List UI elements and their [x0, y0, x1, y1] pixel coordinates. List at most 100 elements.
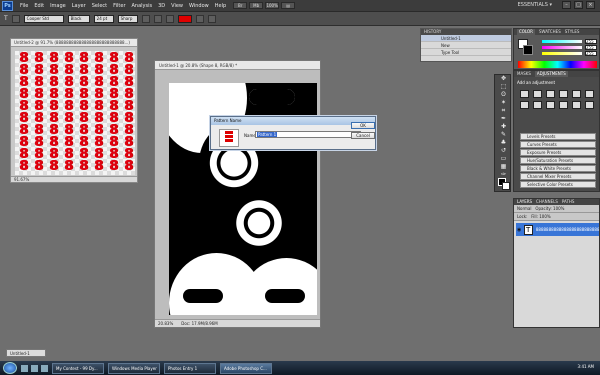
color-spectrum[interactable] [518, 61, 597, 68]
font-family-select[interactable]: Cooper Std [23, 14, 64, 23]
minimize-button[interactable]: – [562, 1, 571, 9]
preset-item[interactable]: Exposure Presets [520, 149, 596, 156]
opacity-field[interactable]: Opacity: 100% [535, 206, 564, 211]
background-color-swatch[interactable] [502, 182, 510, 190]
lasso-tool-icon[interactable]: ʘ [499, 92, 508, 98]
arrange-documents-button[interactable]: ▤ [281, 2, 296, 9]
text-color-swatch[interactable] [177, 14, 192, 23]
tab-swatches[interactable]: SWATCHES [539, 29, 561, 35]
browser-icon[interactable] [31, 364, 38, 372]
antialias-select[interactable]: Sharp [117, 14, 138, 23]
invert-icon[interactable] [572, 101, 581, 109]
red-value[interactable]: 255 [585, 39, 597, 44]
layer-row[interactable]: ◉ T 888888888888888888888888888 [516, 223, 599, 236]
preset-item[interactable]: Black & White Presets [520, 165, 596, 172]
align-center-icon[interactable] [153, 14, 162, 23]
green-value[interactable]: 255 [585, 45, 597, 50]
menu-3d[interactable]: 3D [155, 3, 168, 9]
menu-view[interactable]: View [168, 3, 186, 9]
taskbar-item[interactable]: My Contest - 99 Dy... [52, 362, 104, 374]
bw-icon[interactable] [533, 101, 542, 109]
tab-adjustments[interactable]: ADJUSTMENTS [534, 71, 568, 77]
preset-item[interactable]: Selective Color Presets [520, 181, 596, 188]
document-window-main[interactable]: Untitled-1 @ 20.8% (Shape 8, RGB/8) * 20… [154, 60, 321, 328]
document-title[interactable]: Untitled-1 @ 20.8% (Shape 8, RGB/8) * [155, 61, 320, 70]
exposure-icon[interactable] [559, 90, 568, 98]
blue-value[interactable]: 255 [585, 51, 597, 56]
minimized-document[interactable]: Untitled-1 [6, 349, 46, 357]
close-button[interactable]: × [586, 1, 595, 9]
orientation-toggle[interactable] [11, 14, 20, 23]
start-button[interactable] [3, 362, 17, 374]
ok-button[interactable]: OK [351, 122, 375, 129]
menu-analysis[interactable]: Analysis [129, 3, 156, 9]
wand-tool-icon[interactable]: ✶ [499, 100, 508, 106]
eraser-tool-icon[interactable]: ▭ [499, 156, 508, 162]
tab-masks[interactable]: MASKS [517, 71, 531, 77]
menu-edit[interactable]: Edit [31, 3, 47, 9]
preset-item[interactable]: Levels Presets [520, 133, 596, 140]
menu-select[interactable]: Select [89, 3, 110, 9]
photo-filter-icon[interactable] [546, 101, 555, 109]
pattern-canvas[interactable]: 8888888888888888888888888888888888888888… [15, 51, 135, 175]
taskbar-item[interactable]: Windows Media Player [108, 362, 160, 374]
preset-item[interactable]: Curves Presets [520, 141, 596, 148]
history-row[interactable]: New [421, 42, 511, 49]
taskbar-item[interactable]: Photos Entry 1 [164, 362, 216, 374]
maximize-button[interactable]: □ [574, 1, 583, 9]
gradient-tool-icon[interactable]: ▦ [499, 164, 508, 170]
background-color-swatch[interactable] [523, 45, 533, 55]
visibility-eye-icon[interactable]: ◉ [517, 227, 523, 233]
minibridge-button[interactable]: Mb [249, 2, 264, 9]
brightness-icon[interactable] [520, 90, 529, 98]
history-row[interactable]: Type Tool [421, 49, 511, 56]
taskbar-item[interactable]: Adobe Photoshop C... [220, 362, 272, 374]
zoom-level-select[interactable]: 100% [265, 2, 280, 9]
menu-help[interactable]: Help [212, 3, 229, 9]
preset-item[interactable]: Hue/Saturation Presets [520, 157, 596, 164]
menu-window[interactable]: Window [186, 3, 212, 9]
channel-mixer-icon[interactable] [559, 101, 568, 109]
pattern-name-value[interactable]: Pattern 1 [257, 132, 278, 137]
warp-text-icon[interactable] [195, 14, 204, 23]
healing-tool-icon[interactable]: ✚ [499, 124, 508, 130]
history-row[interactable]: Untitled-1 [421, 35, 511, 42]
document-window-pattern[interactable]: Untitled-2 @ 91.7% (88888888888888888888… [10, 38, 138, 183]
color-balance-icon[interactable] [520, 101, 529, 109]
curves-icon[interactable] [546, 90, 555, 98]
crop-tool-icon[interactable]: ⌗ [499, 108, 508, 114]
pattern-name-input[interactable]: Pattern 1 [255, 131, 361, 138]
cancel-button[interactable]: Cancel [351, 132, 375, 139]
menu-file[interactable]: File [17, 3, 31, 9]
brush-tool-icon[interactable]: ✎ [499, 132, 508, 138]
align-right-icon[interactable] [165, 14, 174, 23]
marquee-tool-icon[interactable]: ⬚ [499, 84, 508, 90]
document-title[interactable]: Untitled-2 @ 91.7% (88888888888888888888… [11, 39, 137, 47]
media-icon[interactable] [41, 364, 48, 372]
workspace-switcher[interactable]: ESSENTIALS ▾ [518, 2, 552, 8]
font-style-select[interactable]: Black [67, 14, 90, 23]
tab-color[interactable]: COLOR [517, 29, 535, 35]
show-desktop-icon[interactable] [21, 364, 28, 372]
align-left-icon[interactable] [141, 14, 150, 23]
menu-filter[interactable]: Filter [110, 3, 128, 9]
vibrance-icon[interactable] [572, 90, 581, 98]
blend-mode-select[interactable]: Normal [517, 206, 531, 211]
levels-icon[interactable] [533, 90, 542, 98]
hue-icon[interactable] [585, 90, 594, 98]
tab-styles[interactable]: STYLES [565, 29, 580, 35]
preset-item[interactable]: Channel Mixer Presets [520, 173, 596, 180]
blue-slider[interactable] [542, 52, 582, 55]
font-size-select[interactable]: 24 pt [93, 14, 114, 23]
move-tool-icon[interactable]: ✥ [499, 76, 508, 82]
stamp-tool-icon[interactable]: ♣ [499, 140, 508, 146]
menu-layer[interactable]: Layer [69, 3, 89, 9]
posterize-icon[interactable] [585, 101, 594, 109]
history-brush-icon[interactable]: ↺ [499, 148, 508, 154]
green-slider[interactable] [542, 46, 582, 49]
layer-name[interactable]: 888888888888888888888888888 [536, 227, 599, 232]
eyedropper-tool-icon[interactable]: ✒ [499, 116, 508, 122]
fill-field[interactable]: Fill: 100% [531, 214, 550, 219]
type-tool-icon[interactable]: T [4, 15, 8, 22]
bridge-button[interactable]: Br [233, 2, 248, 9]
